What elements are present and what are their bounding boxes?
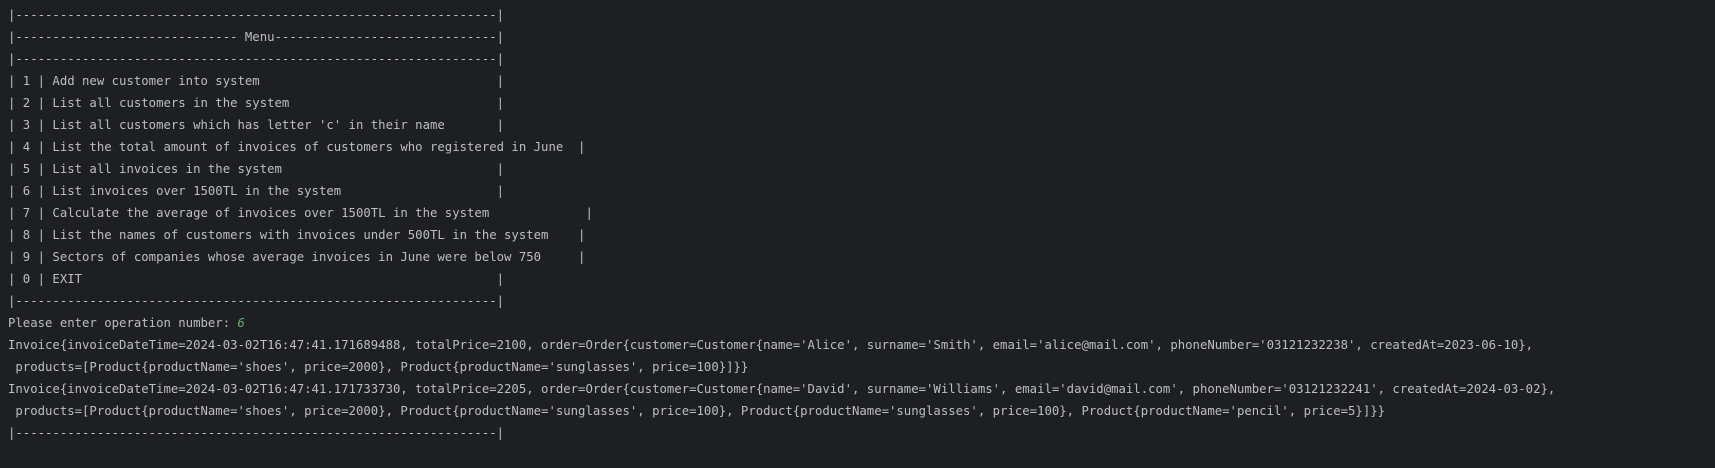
menu-border-line: |---------------------------------------… xyxy=(8,52,505,66)
output-line: Invoice{invoiceDateTime=2024-03-02T16:47… xyxy=(8,338,1534,352)
prompt-label: Please enter operation number: xyxy=(8,316,238,330)
menu-title-line: |------------------------------ Menu----… xyxy=(8,30,505,44)
menu-border-line: |---------------------------------------… xyxy=(8,8,505,22)
menu-option-2: | 2 | List all customers in the system | xyxy=(8,96,505,110)
menu-option-6: | 6 | List invoices over 1500TL in the s… xyxy=(8,184,505,198)
menu-option-5: | 5 | List all invoices in the system | xyxy=(8,162,505,176)
menu-option-9: | 9 | Sectors of companies whose average… xyxy=(8,250,586,264)
menu-option-7: | 7 | Calculate the average of invoices … xyxy=(8,206,593,220)
menu-option-4: | 4 | List the total amount of invoices … xyxy=(8,140,586,154)
console-output[interactable]: |---------------------------------------… xyxy=(0,0,1715,468)
output-line: products=[Product{productName='shoes', p… xyxy=(8,404,1386,418)
output-border-line: |---------------------------------------… xyxy=(8,426,505,440)
menu-option-0: | 0 | EXIT | xyxy=(8,272,505,286)
menu-option-8: | 8 | List the names of customers with i… xyxy=(8,228,586,242)
prompt-input-value: 6 xyxy=(237,316,245,330)
prompt-line[interactable]: Please enter operation number: 6 xyxy=(8,312,1715,334)
output-line: Invoice{invoiceDateTime=2024-03-02T16:47… xyxy=(8,382,1556,396)
menu-option-3: | 3 | List all customers which has lette… xyxy=(8,118,505,132)
menu-border-line: |---------------------------------------… xyxy=(8,294,505,308)
output-line: products=[Product{productName='shoes', p… xyxy=(8,360,749,374)
menu-option-1: | 1 | Add new customer into system | xyxy=(8,74,505,88)
console-lines: |---------------------------------------… xyxy=(8,4,1715,444)
